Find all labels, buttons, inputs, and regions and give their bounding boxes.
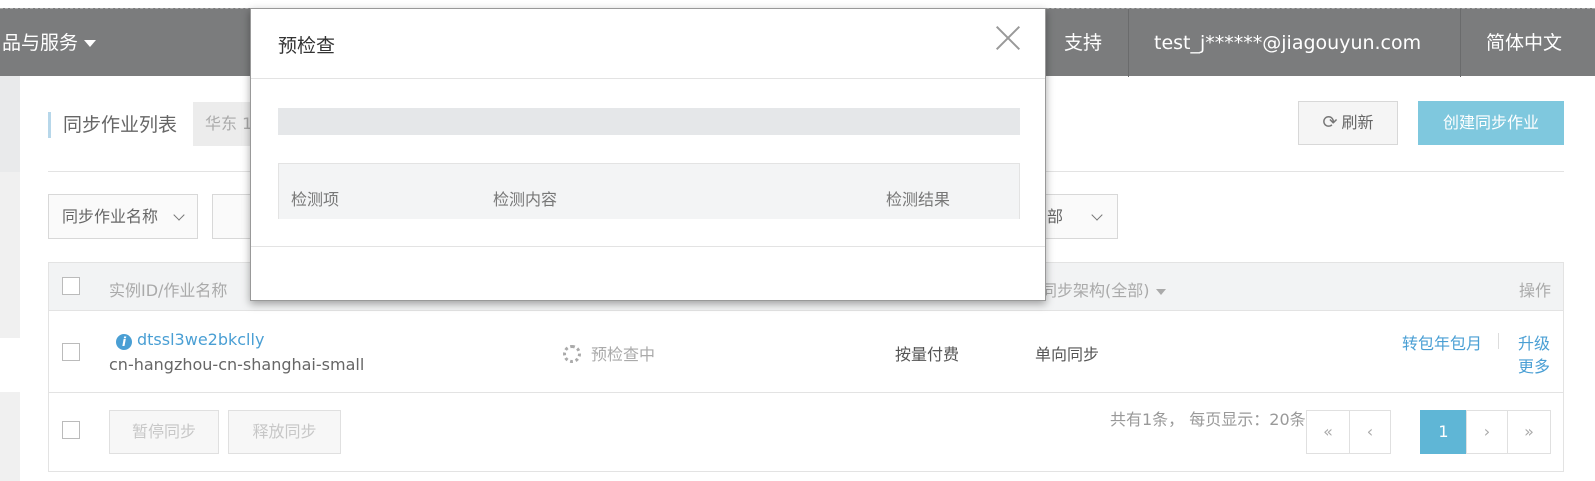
column-check-content: 检测内容 <box>493 190 558 209</box>
dialog-header: 预检查 <box>251 9 1045 79</box>
precheck-dialog: 预检查 检测项 检测内容 检测结果 <box>250 8 1046 301</box>
close-icon[interactable] <box>995 25 1021 51</box>
dialog-footer-divider <box>251 246 1045 247</box>
column-check-item: 检测项 <box>291 190 340 209</box>
precheck-table-header: 检测项 检测内容 检测结果 <box>278 163 1020 219</box>
dialog-title: 预检查 <box>278 35 336 57</box>
column-check-result: 检测结果 <box>886 190 951 209</box>
precheck-progress-bar <box>278 108 1020 135</box>
